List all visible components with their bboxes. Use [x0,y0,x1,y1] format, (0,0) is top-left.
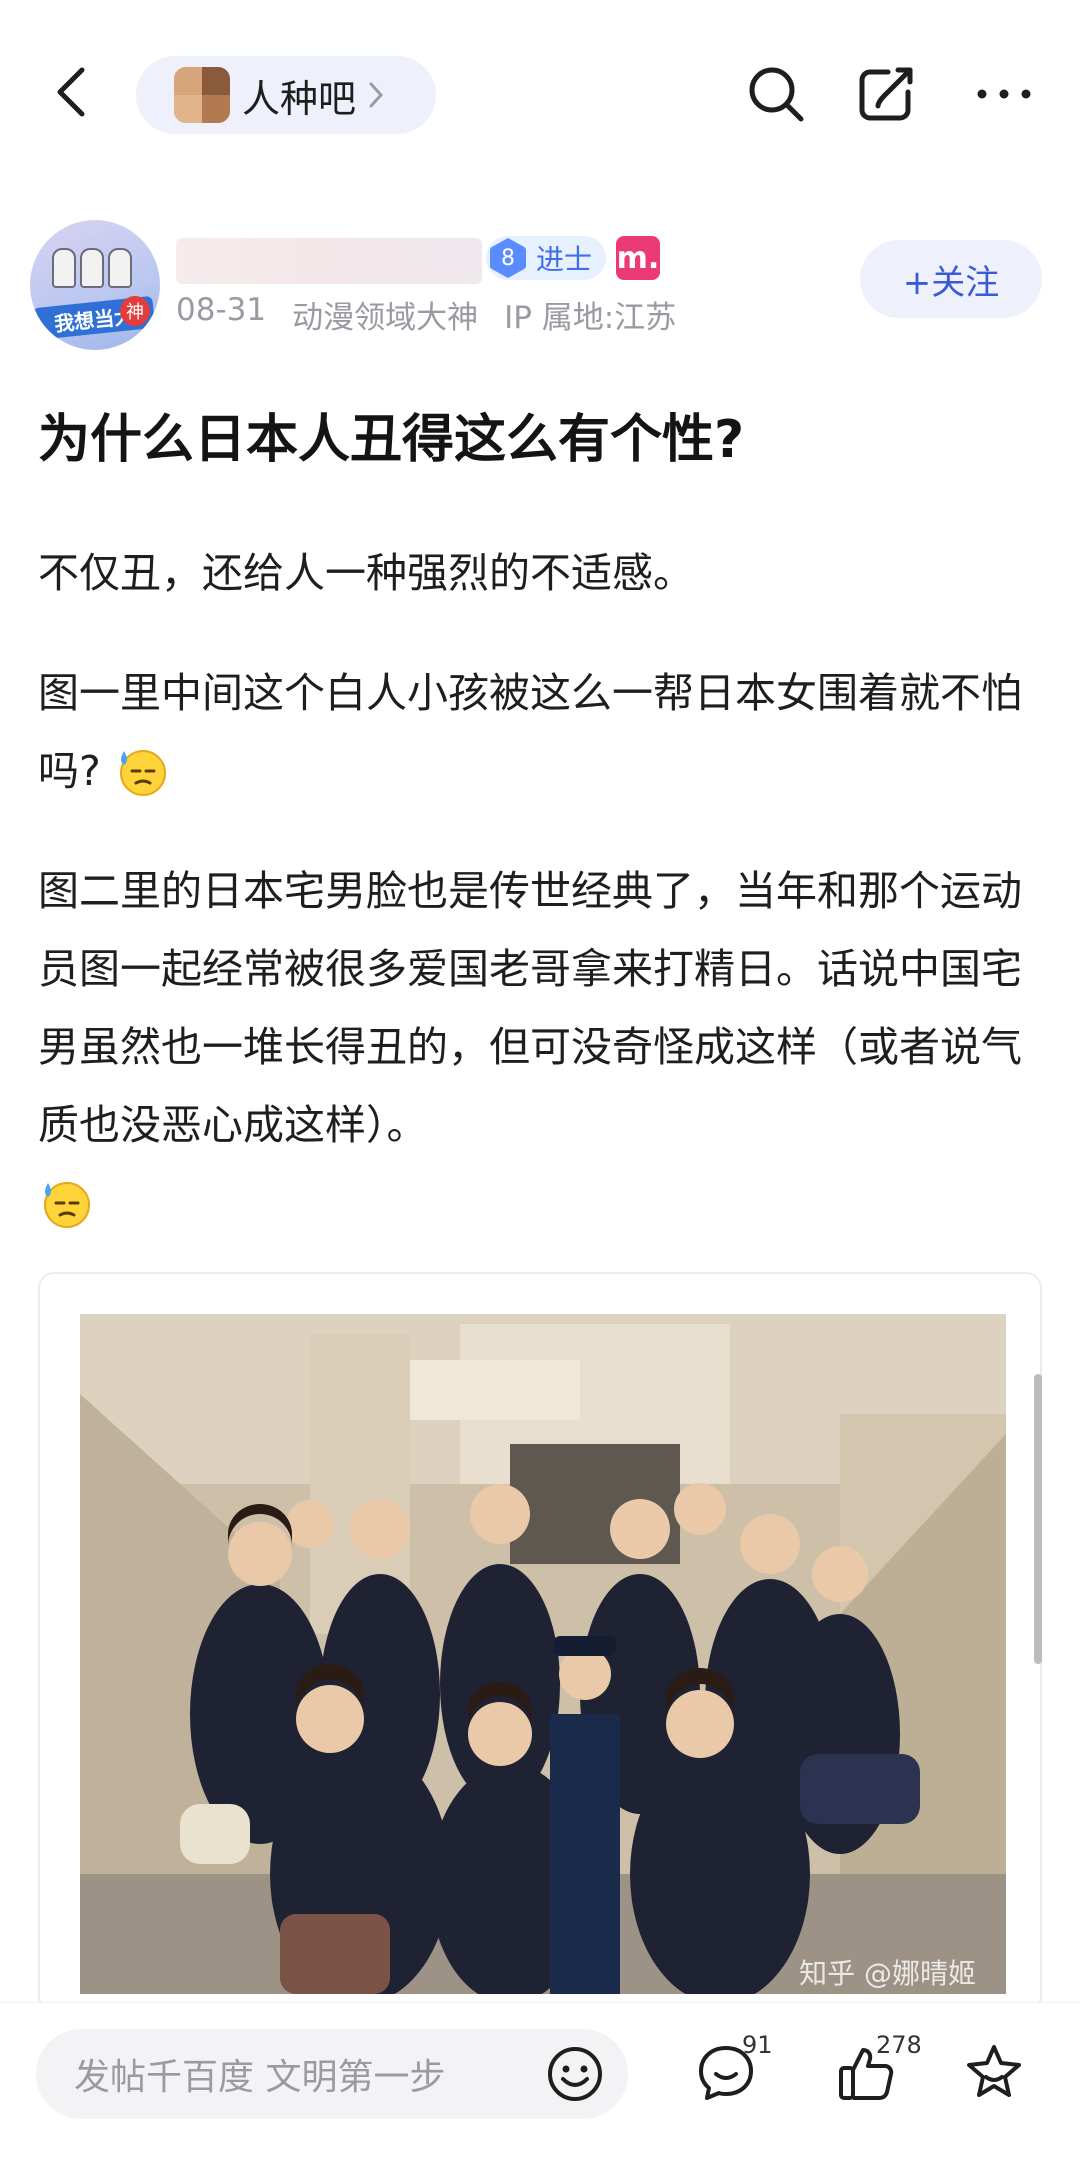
image-scrollbar[interactable] [1034,1374,1042,1664]
share-button[interactable] [848,56,924,132]
post-photo[interactable]: 知乎 @娜晴姬 [80,1314,1006,1994]
level-number: 8 [490,238,526,278]
sweat-emoji-icon [114,743,170,799]
group-photo-image [80,1314,1006,1994]
post-body: 不仅丑，还给人一种强烈的不适感。 图一里中间这个白人小孩被这么一帮日本女围着就不… [38,534,1048,1284]
forum-avatar [174,67,230,123]
chevron-right-icon [368,81,384,109]
member-badge: m. [616,236,660,280]
comment-count: 91 [742,2031,773,2059]
post-title: 为什么日本人丑得这么有个性? [38,410,745,470]
bottom-bar: 发帖千百度 文明第一步 91 278 [0,2002,1080,2177]
post-paragraph: 不仅丑，还给人一种强烈的不适感。 [38,549,694,597]
author-name-redacted[interactable] [176,238,482,284]
back-button[interactable] [40,60,104,124]
share-icon [859,67,913,121]
image-watermark: 知乎 @娜晴姬 [799,1957,976,1990]
like-count: 278 [876,2031,922,2059]
emoji-icon [548,2047,602,2101]
level-title: 进士 [536,243,593,276]
favorite-button[interactable] [958,2037,1030,2109]
follow-button[interactable]: +关注 [860,240,1042,318]
forum-name: 人种吧 [242,76,357,121]
chevron-left-icon [57,67,85,117]
comment-placeholder: 发帖千百度 文明第一步 [74,2057,446,2098]
avatar-badge: 神 [120,296,150,326]
search-icon [749,67,804,122]
comment-input[interactable]: 发帖千百度 文明第一步 [36,2029,628,2119]
more-button[interactable] [966,56,1042,132]
level-badge: 8 进士 [486,236,606,280]
author-meta: 08-31 动漫领域大神 IP 属地:江苏 [176,292,676,337]
star-icon [967,2045,1021,2097]
post-date: 08-31 [176,292,267,328]
ip-location: IP 属地:江苏 [504,300,677,336]
search-button[interactable] [738,56,814,132]
post-paragraph: 图一里中间这个白人小孩被这么一帮日本女围着就不怕吗? [38,654,1048,810]
author-honor: 动漫领域大神 [292,300,479,336]
forum-chip[interactable]: 人种吧 [136,56,436,134]
avatar-figures [52,248,132,288]
more-dots-icon [977,89,1031,99]
image-card[interactable]: 知乎 @娜晴姬 [38,1272,1042,2012]
post-paragraph: 图二里的日本宅男脸也是传世经典了，当年和那个运动员图一起经常被很多爱国老哥拿来打… [38,852,1048,1242]
sweat-emoji-icon [38,1175,94,1231]
author-avatar[interactable]: 我想当大 神 [30,220,160,350]
top-bar: 人种吧 [0,0,1080,190]
emoji-button[interactable] [542,2041,608,2107]
